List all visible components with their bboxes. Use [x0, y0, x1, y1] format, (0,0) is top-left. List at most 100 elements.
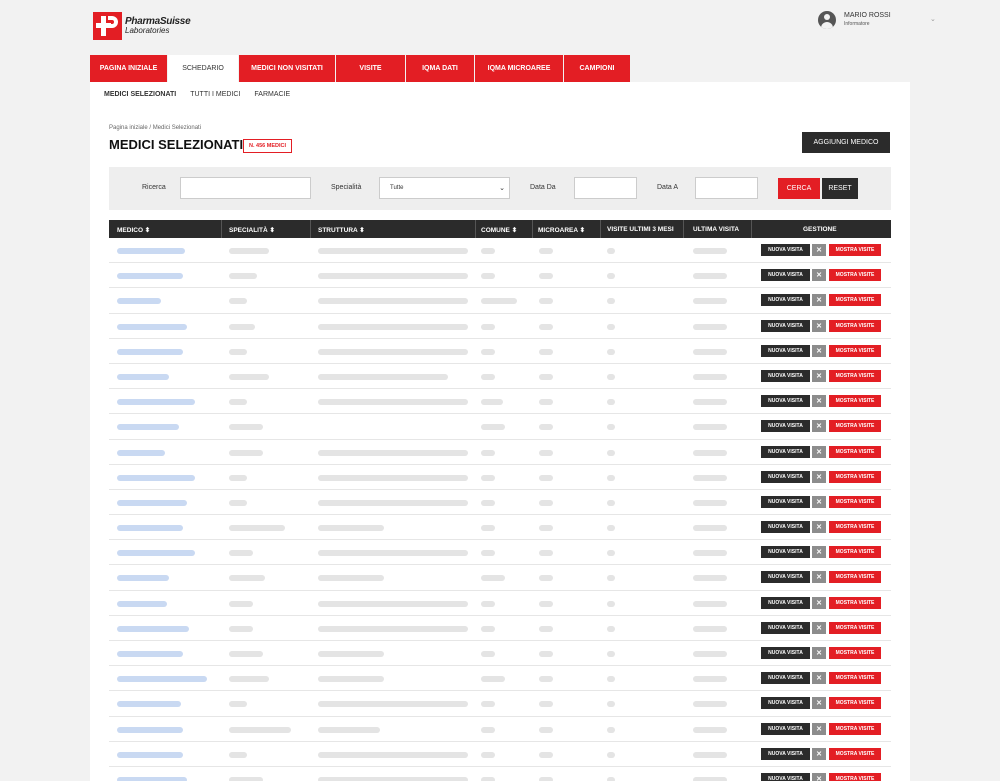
new-visit-button[interactable]: NUOVA VISITA	[761, 647, 810, 659]
doctor-name-link[interactable]	[117, 373, 169, 380]
new-visit-button[interactable]: NUOVA VISITA	[761, 420, 810, 433]
show-visits-button[interactable]: MOSTRA VISITE	[829, 772, 881, 781]
remove-button[interactable]: ✕	[812, 772, 826, 781]
new-visit-button[interactable]: NUOVA VISITA	[761, 495, 810, 508]
new-visit-button[interactable]: NUOVA VISITA	[761, 546, 810, 559]
show-visits-button[interactable]: MOSTRA VISITE	[829, 244, 881, 256]
show-visits-button[interactable]: MOSTRA VISITE	[829, 470, 881, 483]
show-visits-button[interactable]: MOSTRA VISITE	[829, 445, 881, 458]
show-visits-button[interactable]: MOSTRA VISITE	[829, 521, 881, 534]
doctor-name-link[interactable]	[117, 701, 181, 708]
new-visit-button[interactable]: NUOVA VISITA	[761, 521, 810, 534]
doctor-name-link[interactable]	[117, 776, 187, 781]
show-visits-button[interactable]: MOSTRA VISITE	[829, 495, 881, 508]
show-visits-button[interactable]: MOSTRA VISITE	[829, 269, 881, 282]
new-visit-button[interactable]: NUOVA VISITA	[761, 571, 810, 584]
new-visit-button[interactable]: NUOVA VISITA	[761, 344, 810, 357]
doctor-name-link[interactable]	[117, 550, 195, 557]
breadcrumb[interactable]: Pagina iniziale / Medici Selezionati	[109, 125, 201, 131]
search-button[interactable]: CERCA	[778, 178, 820, 199]
doctor-name-link[interactable]	[117, 625, 189, 632]
remove-button[interactable]: ✕	[812, 395, 826, 408]
show-visits-button[interactable]: MOSTRA VISITE	[829, 571, 881, 584]
remove-button[interactable]: ✕	[812, 344, 826, 357]
doctor-name-link[interactable]	[117, 676, 207, 683]
logo[interactable]: PharmaSuisse Laboratories	[93, 12, 191, 40]
show-visits-button[interactable]: MOSTRA VISITE	[829, 647, 881, 659]
show-visits-button[interactable]: MOSTRA VISITE	[829, 697, 881, 710]
doctor-name-link[interactable]	[117, 474, 195, 481]
remove-button[interactable]: ✕	[812, 546, 826, 559]
remove-button[interactable]: ✕	[812, 445, 826, 458]
tab-visite[interactable]: VISITE	[336, 55, 405, 82]
subtab-medici-selezionati[interactable]: MEDICI SELEZIONATI	[104, 91, 176, 98]
search-input[interactable]	[180, 177, 311, 199]
new-visit-button[interactable]: NUOVA VISITA	[761, 747, 810, 760]
remove-button[interactable]: ✕	[812, 596, 826, 609]
remove-button[interactable]: ✕	[812, 621, 826, 634]
new-visit-button[interactable]: NUOVA VISITA	[761, 596, 810, 609]
remove-button[interactable]: ✕	[812, 672, 826, 685]
reset-button[interactable]: RESET	[822, 178, 858, 199]
show-visits-button[interactable]: MOSTRA VISITE	[829, 546, 881, 559]
remove-button[interactable]: ✕	[812, 294, 826, 307]
new-visit-button[interactable]: NUOVA VISITA	[761, 722, 810, 735]
remove-button[interactable]: ✕	[812, 747, 826, 760]
remove-button[interactable]: ✕	[812, 244, 826, 256]
doctor-name-link[interactable]	[117, 525, 183, 532]
subtab-tutti-i-medici[interactable]: TUTTI I MEDICI	[190, 91, 240, 98]
tab-pagina-iniziale[interactable]: PAGINA INIZIALE	[90, 55, 167, 82]
remove-button[interactable]: ✕	[812, 571, 826, 584]
subtab-farmacie[interactable]: FARMACIE	[254, 91, 290, 98]
doctor-name-link[interactable]	[117, 575, 169, 582]
new-visit-button[interactable]: NUOVA VISITA	[761, 470, 810, 483]
user-menu[interactable]: MARIO ROSSI Informatore ⌄	[818, 11, 936, 29]
new-visit-button[interactable]: NUOVA VISITA	[761, 621, 810, 634]
show-visits-button[interactable]: MOSTRA VISITE	[829, 420, 881, 433]
doctor-name-link[interactable]	[117, 651, 183, 657]
remove-button[interactable]: ✕	[812, 420, 826, 433]
col-header-medico[interactable]: MEDICO ⬍	[117, 226, 150, 234]
doctor-name-link[interactable]	[117, 600, 167, 607]
remove-button[interactable]: ✕	[812, 647, 826, 659]
col-header-comune[interactable]: COMUNE ⬍	[481, 226, 517, 234]
tab-schedario[interactable]: SCHEDARIO	[168, 55, 238, 82]
show-visits-button[interactable]: MOSTRA VISITE	[829, 344, 881, 357]
remove-button[interactable]: ✕	[812, 495, 826, 508]
specialty-select[interactable]: Tutte ⌄	[379, 177, 510, 199]
remove-button[interactable]: ✕	[812, 722, 826, 735]
tab-iqma-microaree[interactable]: IQMA MICROAREE	[475, 55, 563, 82]
doctor-name-link[interactable]	[117, 751, 183, 758]
new-visit-button[interactable]: NUOVA VISITA	[761, 294, 810, 307]
new-visit-button[interactable]: NUOVA VISITA	[761, 244, 810, 256]
doctor-name-link[interactable]	[117, 298, 161, 305]
remove-button[interactable]: ✕	[812, 319, 826, 332]
doctor-name-link[interactable]	[117, 248, 185, 254]
new-visit-button[interactable]: NUOVA VISITA	[761, 319, 810, 332]
tab-campioni[interactable]: CAMPIONI	[564, 55, 630, 82]
date-to-input[interactable]	[695, 177, 758, 199]
remove-button[interactable]: ✕	[812, 697, 826, 710]
new-visit-button[interactable]: NUOVA VISITA	[761, 672, 810, 685]
remove-button[interactable]: ✕	[812, 470, 826, 483]
remove-button[interactable]: ✕	[812, 269, 826, 282]
show-visits-button[interactable]: MOSTRA VISITE	[829, 596, 881, 609]
doctor-name-link[interactable]	[117, 499, 187, 506]
remove-button[interactable]: ✕	[812, 521, 826, 534]
new-visit-button[interactable]: NUOVA VISITA	[761, 772, 810, 781]
show-visits-button[interactable]: MOSTRA VISITE	[829, 395, 881, 408]
new-visit-button[interactable]: NUOVA VISITA	[761, 697, 810, 710]
show-visits-button[interactable]: MOSTRA VISITE	[829, 621, 881, 634]
new-visit-button[interactable]: NUOVA VISITA	[761, 395, 810, 408]
date-from-input[interactable]	[574, 177, 637, 199]
doctor-name-link[interactable]	[117, 449, 165, 456]
add-doctor-button[interactable]: AGGIUNGI MEDICO	[802, 132, 890, 153]
doctor-name-link[interactable]	[117, 323, 187, 330]
col-header-struttura[interactable]: STRUTTURA ⬍	[318, 226, 365, 234]
show-visits-button[interactable]: MOSTRA VISITE	[829, 369, 881, 382]
new-visit-button[interactable]: NUOVA VISITA	[761, 369, 810, 382]
col-header-microarea[interactable]: MICROAREA ⬍	[538, 226, 585, 234]
show-visits-button[interactable]: MOSTRA VISITE	[829, 319, 881, 332]
show-visits-button[interactable]: MOSTRA VISITE	[829, 747, 881, 760]
remove-button[interactable]: ✕	[812, 369, 826, 382]
